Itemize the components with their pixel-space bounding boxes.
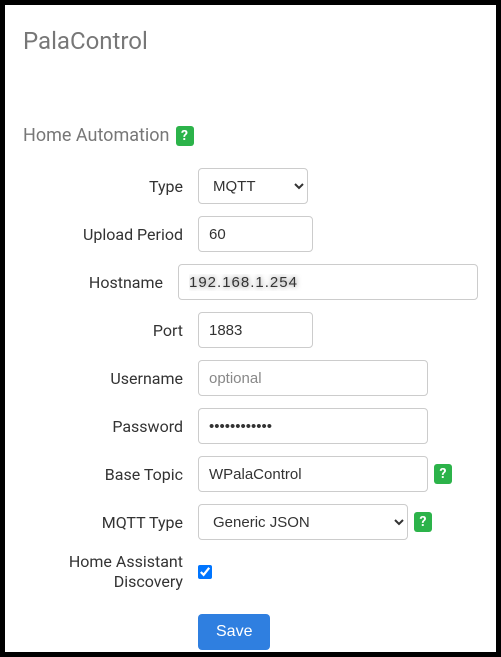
password-input[interactable]: [198, 408, 428, 444]
row-port: Port: [23, 312, 478, 348]
row-mqtt-type: MQTT Type Generic JSON ?: [23, 504, 478, 540]
label-password: Password: [23, 417, 198, 436]
upload-period-input[interactable]: [198, 216, 313, 252]
label-discovery: Home Assistant Discovery: [23, 552, 198, 592]
label-type: Type: [23, 177, 198, 196]
help-icon[interactable]: ?: [176, 126, 194, 146]
save-button[interactable]: Save: [198, 614, 270, 650]
row-type: Type MQTT: [23, 168, 478, 204]
label-discovery-line1: Home Assistant: [69, 552, 183, 571]
label-upload-period: Upload Period: [23, 225, 198, 244]
label-base-topic: Base Topic: [23, 465, 198, 484]
mqtt-type-select[interactable]: Generic JSON: [198, 504, 408, 540]
base-topic-input[interactable]: [198, 456, 428, 492]
discovery-checkbox[interactable]: [198, 565, 212, 579]
config-panel: PalaControl Home Automation ? Type MQTT …: [0, 0, 501, 657]
label-hostname: Hostname: [23, 273, 178, 292]
type-select[interactable]: MQTT: [198, 168, 308, 204]
row-password: Password: [23, 408, 478, 444]
hostname-input[interactable]: [178, 264, 478, 300]
label-port: Port: [23, 321, 198, 340]
label-mqtt-type: MQTT Type: [23, 513, 198, 532]
row-discovery: Home Assistant Discovery: [23, 552, 478, 592]
row-hostname: Hostname: [23, 264, 478, 300]
section-label: Home Automation: [23, 125, 170, 146]
help-icon[interactable]: ?: [434, 464, 452, 484]
help-icon[interactable]: ?: [414, 512, 432, 532]
page-title: PalaControl: [23, 27, 478, 55]
label-username: Username: [23, 369, 198, 388]
row-base-topic: Base Topic ?: [23, 456, 478, 492]
label-discovery-line2: Discovery: [114, 572, 183, 591]
port-input[interactable]: [198, 312, 313, 348]
row-save: Save: [23, 614, 478, 650]
row-username: Username: [23, 360, 478, 396]
username-input[interactable]: [198, 360, 428, 396]
row-upload-period: Upload Period: [23, 216, 478, 252]
section-header: Home Automation ?: [23, 125, 478, 146]
